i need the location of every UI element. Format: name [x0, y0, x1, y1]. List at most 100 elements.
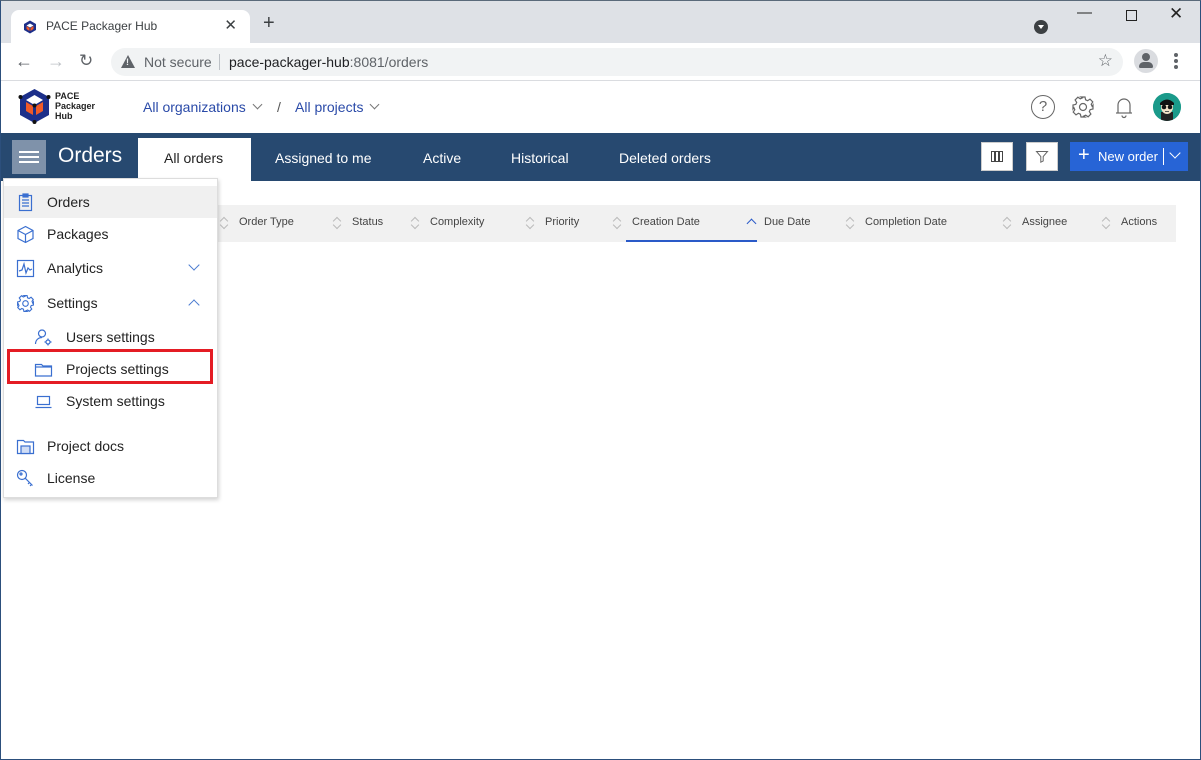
- hamburger-menu-button[interactable]: [12, 140, 46, 174]
- help-icon[interactable]: ?: [1031, 95, 1055, 119]
- column-chooser-button[interactable]: [981, 142, 1013, 171]
- column-header-status[interactable]: Status: [352, 216, 383, 228]
- chevron-down-icon[interactable]: [1169, 147, 1181, 159]
- bookmark-star-icon[interactable]: ☆: [1098, 51, 1113, 71]
- app-favicon-icon: [24, 20, 36, 34]
- menu-label: Users settings: [66, 329, 155, 345]
- forward-arrow-icon[interactable]: →: [47, 51, 65, 71]
- column-label: Priority: [545, 216, 580, 228]
- menu-item-settings[interactable]: Settings: [4, 287, 217, 319]
- menu-label: Project docs: [47, 438, 125, 454]
- app-header: PACE Packager Hub All organizations / Al…: [1, 82, 1200, 133]
- column-label: Actions: [1121, 216, 1158, 228]
- maximize-window-icon[interactable]: [1126, 10, 1137, 21]
- browser-tab[interactable]: PACE Packager Hub ✕: [11, 10, 250, 44]
- column-header-order-type[interactable]: Order Type: [239, 216, 294, 228]
- organization-selector[interactable]: All organizations: [143, 99, 263, 115]
- gear-icon[interactable]: [1071, 95, 1095, 119]
- plus-icon: +: [1078, 144, 1090, 166]
- menu-item-project-docs[interactable]: Project docs: [4, 430, 217, 462]
- sort-icon: [1003, 217, 1011, 229]
- sort-icon: [526, 217, 534, 229]
- column-label: Due Date: [764, 216, 811, 228]
- tab-active[interactable]: Active: [423, 138, 461, 181]
- key-icon: [16, 469, 33, 487]
- tab-deleted-orders[interactable]: Deleted orders: [619, 138, 711, 181]
- tab-close-icon[interactable]: ✕: [224, 16, 237, 34]
- back-arrow-icon[interactable]: ←: [15, 51, 33, 71]
- page-title: Orders: [58, 144, 123, 167]
- browser-profile-icon[interactable]: [1134, 49, 1158, 73]
- new-tab-button[interactable]: +: [263, 13, 275, 33]
- column-label: Order Type: [239, 216, 294, 228]
- address-bar[interactable]: Not secure pace-packager-hub:8081/orders…: [111, 48, 1123, 76]
- filter-icon: [1035, 151, 1049, 164]
- menu-label: License: [47, 470, 96, 486]
- column-label: Assignee: [1022, 216, 1068, 228]
- minimize-window-icon[interactable]: —: [1077, 4, 1092, 21]
- project-selector[interactable]: All projects: [295, 99, 380, 115]
- chevron-up-icon[interactable]: [188, 299, 200, 311]
- sort-icon: [220, 217, 228, 229]
- clipboard-icon: [18, 193, 33, 212]
- menu-label: Settings: [47, 295, 98, 311]
- chevron-down-icon: [252, 99, 263, 110]
- column-label: Creation Date: [632, 216, 700, 228]
- tab-historical[interactable]: Historical: [511, 138, 569, 181]
- menu-item-analytics[interactable]: Analytics: [4, 252, 217, 284]
- logo-line-3: Hub: [55, 111, 73, 121]
- browser-menu-icon[interactable]: [1174, 53, 1178, 71]
- chevron-down-icon[interactable]: [188, 259, 200, 271]
- active-sort-underline: [626, 240, 757, 242]
- new-order-label: New order: [1098, 149, 1158, 164]
- menu-item-system-settings[interactable]: System settings: [4, 385, 217, 417]
- orders-navbar: Orders All orders Assigned to me Active …: [1, 133, 1200, 181]
- bell-icon[interactable]: [1112, 95, 1136, 119]
- user-avatar[interactable]: [1153, 93, 1181, 121]
- cube-icon: [17, 225, 34, 244]
- column-header-actions[interactable]: Actions: [1121, 216, 1157, 228]
- menu-item-users-settings[interactable]: Users settings: [4, 321, 217, 353]
- breadcrumb-separator: /: [277, 99, 281, 115]
- column-header-assignee[interactable]: Assignee: [1022, 216, 1067, 228]
- column-header-complexity[interactable]: Complexity: [430, 216, 484, 228]
- not-secure-label: Not secure: [144, 54, 212, 70]
- menu-item-projects-settings[interactable]: Projects settings: [4, 353, 217, 385]
- browser-tab-bar: PACE Packager Hub ✕ + — ✕: [1, 1, 1200, 44]
- column-label: Complexity: [430, 216, 485, 228]
- column-header-priority[interactable]: Priority: [545, 216, 579, 228]
- sort-icon: [613, 217, 621, 229]
- laptop-icon: [35, 395, 52, 409]
- sort-icon: [1102, 217, 1110, 229]
- pace-logo-icon[interactable]: [18, 88, 51, 124]
- menu-item-license[interactable]: License: [4, 462, 217, 494]
- menu-item-packages[interactable]: Packages: [4, 218, 217, 250]
- menu-item-orders[interactable]: Orders: [4, 186, 217, 218]
- column-header-completion-date[interactable]: Completion Date: [865, 216, 947, 228]
- tab-all-orders[interactable]: All orders: [138, 138, 251, 181]
- tab-assigned-to-me[interactable]: Assigned to me: [275, 138, 372, 181]
- url-text[interactable]: pace-packager-hub:8081/orders: [229, 54, 428, 70]
- menu-label: Analytics: [47, 260, 104, 276]
- column-header-creation-date[interactable]: Creation Date: [632, 216, 700, 228]
- menu-label: Orders: [47, 194, 90, 210]
- close-window-icon[interactable]: ✕: [1169, 4, 1183, 24]
- new-order-button[interactable]: + New order: [1070, 142, 1188, 171]
- organization-label: All organizations: [143, 99, 246, 115]
- filter-button[interactable]: [1026, 142, 1058, 171]
- url-host: pace-packager-hub: [229, 54, 350, 70]
- chevron-down-icon: [370, 99, 380, 110]
- sort-icon: [846, 217, 854, 229]
- docs-folder-icon: [16, 439, 35, 455]
- browser-window: PACE Packager Hub ✕ + — ✕ ← → ↻ Not secu…: [0, 0, 1201, 760]
- sort-ascending-icon: [746, 218, 757, 229]
- folder-icon: [34, 363, 53, 377]
- logo-line-1: PACE: [55, 91, 80, 101]
- tab-title: PACE Packager Hub: [46, 19, 158, 33]
- split-divider: [1163, 148, 1164, 165]
- column-header-due-date[interactable]: Due Date: [746, 216, 811, 229]
- reload-icon[interactable]: ↻: [79, 51, 93, 71]
- column-label: Completion Date: [865, 216, 947, 228]
- menu-label: Projects settings: [66, 361, 169, 377]
- tab-search-icon[interactable]: [1034, 20, 1048, 34]
